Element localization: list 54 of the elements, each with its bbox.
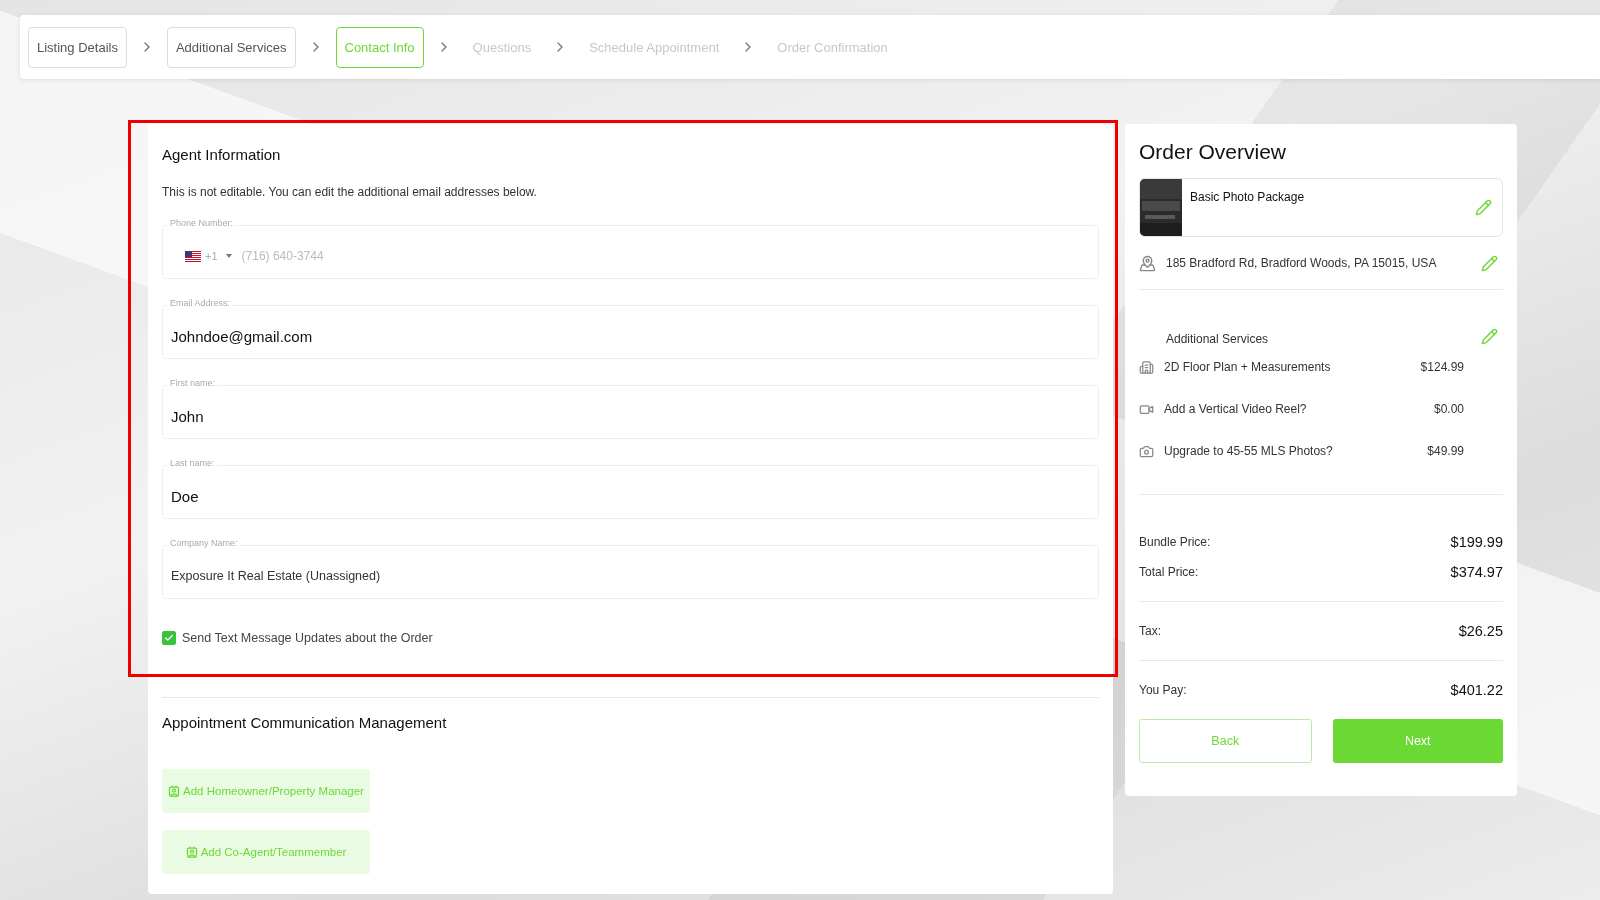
total-value: $401.22	[1450, 682, 1503, 698]
input-field[interactable]: Doe	[162, 465, 1099, 519]
note-text: This is not editable. You can edit the additional email addresses below.	[162, 185, 538, 199]
field-label: Last name:	[168, 458, 217, 468]
edit-icon[interactable]	[1481, 254, 1498, 272]
service-name: 2D Floor Plan + Measurements	[1164, 360, 1332, 374]
field-label: First name:	[168, 378, 217, 388]
step-tab[interactable]: Contact Info	[335, 26, 424, 68]
service-price: $0.00	[1432, 402, 1464, 416]
package-name: Basic Photo Package	[1190, 190, 1305, 206]
step-tab[interactable]: Additional Services	[166, 26, 296, 68]
service-price: $124.99	[1419, 360, 1464, 374]
edit-icon[interactable]	[1475, 199, 1492, 216]
field-value: John	[171, 407, 204, 425]
total-label: You Pay:	[1139, 683, 1187, 697]
total-value: $199.99	[1450, 534, 1503, 550]
next-button[interactable]: Next	[1332, 719, 1503, 763]
add-contact-button[interactable]: Add Co-Agent/Teammember	[162, 830, 370, 874]
service-name: Add a Vertical Video Reel?	[1164, 402, 1308, 416]
country-code: +1	[205, 250, 218, 262]
total-label: Total Price:	[1139, 565, 1199, 579]
check-icon	[164, 633, 174, 643]
field-label: Phone Number:	[168, 218, 236, 228]
checkbox[interactable]	[162, 631, 176, 645]
caret-icon	[225, 254, 232, 258]
field-value: Johndoe@gmail.com	[171, 327, 313, 345]
service-price: $49.99	[1426, 444, 1464, 458]
card-title: Order Overview	[1139, 140, 1288, 164]
subsection-title: Additional Services	[1166, 332, 1269, 346]
field-label: Company Name:	[168, 538, 240, 548]
contact-icon	[185, 846, 198, 858]
service-icon	[1139, 359, 1154, 375]
step-tab[interactable]: Listing Details	[28, 26, 127, 68]
edit-icon[interactable]	[1481, 327, 1498, 345]
total-label: Tax:	[1139, 624, 1161, 638]
field-label: Email Address:	[168, 298, 233, 308]
total-value: $26.25	[1458, 623, 1503, 639]
total-label: Bundle Price:	[1139, 535, 1211, 549]
section-title: Appointment Communication Management	[162, 714, 448, 731]
checkbox-label: Send Text Message Updates about the Order	[182, 631, 433, 645]
service-icon	[1139, 443, 1154, 459]
flag-icon	[185, 250, 201, 262]
field-value: Doe	[171, 487, 199, 505]
input-field[interactable]: John	[162, 385, 1099, 439]
service-name: Upgrade to 45-55 MLS Photos?	[1164, 444, 1334, 458]
add-contact-button[interactable]: Add Homeowner/Property Manager	[162, 769, 370, 813]
input-field[interactable]: Johndoe@gmail.com	[162, 305, 1099, 359]
back-button[interactable]: Back	[1139, 719, 1312, 763]
total-value: $374.97	[1450, 564, 1503, 580]
field-value: Exposure It Real Estate (Unassigned)	[171, 569, 381, 583]
contact-icon	[168, 785, 181, 797]
map-icon	[1139, 254, 1156, 272]
section-title: Agent Information	[162, 146, 282, 163]
address-text: 185 Bradford Rd, Bradford Woods, PA 15015, USA	[1166, 256, 1437, 270]
